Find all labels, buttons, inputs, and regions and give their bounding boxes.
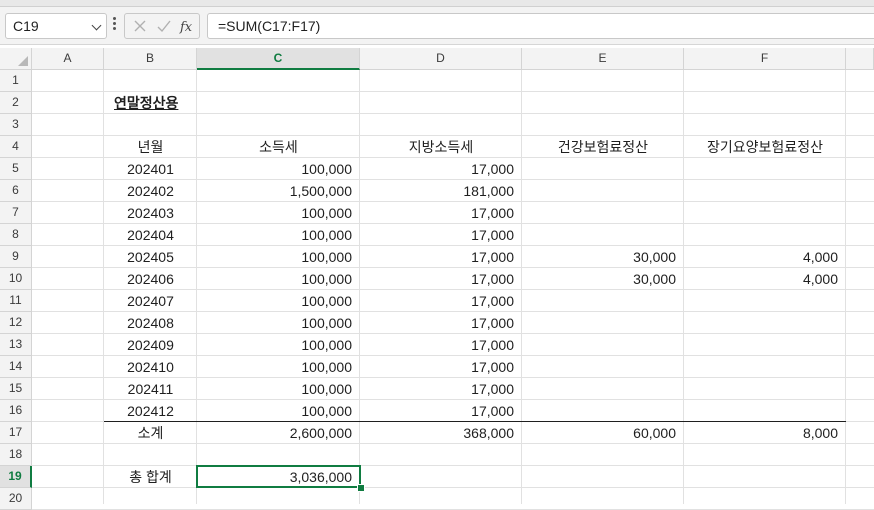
row-header-18[interactable]: 18 bbox=[0, 444, 32, 466]
cell-d16[interactable]: 17,000 bbox=[360, 400, 522, 422]
cell-b7[interactable]: 202403 bbox=[104, 202, 197, 224]
cell-b9[interactable]: 202405 bbox=[104, 246, 197, 268]
cell-c13[interactable]: 100,000 bbox=[197, 334, 360, 356]
formula-text[interactable]: =SUM(C17:F17) bbox=[218, 18, 320, 34]
cell-d6[interactable]: 181,000 bbox=[360, 180, 522, 202]
cell-f4[interactable]: 장기요양보험료정산 bbox=[684, 136, 846, 158]
column-header-c[interactable]: C bbox=[197, 48, 360, 70]
cell-b11[interactable]: 202407 bbox=[104, 290, 197, 312]
cell-b13[interactable]: 202409 bbox=[104, 334, 197, 356]
row-header-8[interactable]: 8 bbox=[0, 224, 32, 246]
subtotal-border bbox=[104, 421, 846, 422]
column-header-overflow[interactable] bbox=[846, 48, 874, 70]
enter-icon[interactable] bbox=[156, 18, 172, 34]
cell-d10[interactable]: 17,000 bbox=[360, 268, 522, 290]
cell-d11[interactable]: 17,000 bbox=[360, 290, 522, 312]
row-header-19[interactable]: 19 bbox=[0, 466, 32, 488]
cell-f10[interactable]: 4,000 bbox=[684, 268, 846, 290]
cell-d9[interactable]: 17,000 bbox=[360, 246, 522, 268]
row-header-2[interactable]: 2 bbox=[0, 92, 32, 114]
cell-c7[interactable]: 100,000 bbox=[197, 202, 360, 224]
cell-c14[interactable]: 100,000 bbox=[197, 356, 360, 378]
name-box-value[interactable]: C19 bbox=[13, 18, 39, 34]
column-header-f[interactable]: F bbox=[684, 48, 846, 70]
select-all-button[interactable] bbox=[0, 48, 32, 70]
cell-d14[interactable]: 17,000 bbox=[360, 356, 522, 378]
formula-buttons: fx bbox=[124, 13, 200, 39]
row-header-13[interactable]: 13 bbox=[0, 334, 32, 356]
cell-c5[interactable]: 100,000 bbox=[197, 158, 360, 180]
cell-d13[interactable]: 17,000 bbox=[360, 334, 522, 356]
cell-e17[interactable]: 60,000 bbox=[522, 422, 684, 444]
name-box[interactable]: C19 bbox=[5, 13, 107, 39]
cell-d7[interactable]: 17,000 bbox=[360, 202, 522, 224]
row-header-6[interactable]: 6 bbox=[0, 180, 32, 202]
cell-c6[interactable]: 1,500,000 bbox=[197, 180, 360, 202]
cell-c17[interactable]: 2,600,000 bbox=[197, 422, 360, 444]
row-header-15[interactable]: 15 bbox=[0, 378, 32, 400]
cell-e4[interactable]: 건강보험료정산 bbox=[522, 136, 684, 158]
row-header-11[interactable]: 11 bbox=[0, 290, 32, 312]
row-header-16[interactable]: 16 bbox=[0, 400, 32, 422]
row-header-1[interactable]: 1 bbox=[0, 70, 32, 92]
cell-b4[interactable]: 년월 bbox=[104, 136, 197, 158]
cell-d4[interactable]: 지방소득세 bbox=[360, 136, 522, 158]
row-header-5[interactable]: 5 bbox=[0, 158, 32, 180]
active-cell-border bbox=[196, 465, 361, 488]
cell-b12[interactable]: 202408 bbox=[104, 312, 197, 334]
cell-b17[interactable]: 소계 bbox=[104, 422, 197, 444]
cell-c4[interactable]: 소득세 bbox=[197, 136, 360, 158]
cell-e10[interactable]: 30,000 bbox=[522, 268, 684, 290]
cell-d12[interactable]: 17,000 bbox=[360, 312, 522, 334]
row-header-10[interactable]: 10 bbox=[0, 268, 32, 290]
cell-c12[interactable]: 100,000 bbox=[197, 312, 360, 334]
column-header-d[interactable]: D bbox=[360, 48, 522, 70]
formula-input[interactable]: =SUM(C17:F17) bbox=[207, 13, 874, 39]
cell-c10[interactable]: 100,000 bbox=[197, 268, 360, 290]
row-header-9[interactable]: 9 bbox=[0, 246, 32, 268]
cell-b10[interactable]: 202406 bbox=[104, 268, 197, 290]
cell-f17[interactable]: 8,000 bbox=[684, 422, 846, 444]
cell-b5[interactable]: 202401 bbox=[104, 158, 197, 180]
row-header-4[interactable]: 4 bbox=[0, 136, 32, 158]
cell-d17[interactable]: 368,000 bbox=[360, 422, 522, 444]
more-options-icon[interactable] bbox=[113, 17, 117, 33]
row-header-14[interactable]: 14 bbox=[0, 356, 32, 378]
row-header-20[interactable]: 20 bbox=[0, 488, 32, 510]
formula-bar: C19 fx =SUM(C17:F17) bbox=[0, 0, 874, 45]
cell-d8[interactable]: 17,000 bbox=[360, 224, 522, 246]
row-header-3[interactable]: 3 bbox=[0, 114, 32, 136]
cancel-icon[interactable] bbox=[132, 18, 148, 34]
cell-b14[interactable]: 202410 bbox=[104, 356, 197, 378]
cell-b15[interactable]: 202411 bbox=[104, 378, 197, 400]
fill-handle[interactable] bbox=[357, 484, 365, 492]
cell-d5[interactable]: 17,000 bbox=[360, 158, 522, 180]
cell-f9[interactable]: 4,000 bbox=[684, 246, 846, 268]
cell-b2[interactable]: 연말정산용 bbox=[104, 92, 197, 114]
cell-b16[interactable]: 202412 bbox=[104, 400, 197, 422]
cell-c16[interactable]: 100,000 bbox=[197, 400, 360, 422]
cell-c8[interactable]: 100,000 bbox=[197, 224, 360, 246]
row-header-7[interactable]: 7 bbox=[0, 202, 32, 224]
column-header-a[interactable]: A bbox=[32, 48, 104, 70]
column-header-b[interactable]: B bbox=[104, 48, 197, 70]
cell-c11[interactable]: 100,000 bbox=[197, 290, 360, 312]
cell-b19[interactable]: 총 합계 bbox=[104, 466, 197, 488]
row-header-17[interactable]: 17 bbox=[0, 422, 32, 444]
cell-b8[interactable]: 202404 bbox=[104, 224, 197, 246]
row-header-12[interactable]: 12 bbox=[0, 312, 32, 334]
cell-c15[interactable]: 100,000 bbox=[197, 378, 360, 400]
insert-function-icon[interactable]: fx bbox=[179, 18, 197, 36]
column-header-e[interactable]: E bbox=[522, 48, 684, 70]
cell-e9[interactable]: 30,000 bbox=[522, 246, 684, 268]
cell-c9[interactable]: 100,000 bbox=[197, 246, 360, 268]
cell-d15[interactable]: 17,000 bbox=[360, 378, 522, 400]
cell-b6[interactable]: 202402 bbox=[104, 180, 197, 202]
ribbon-edge bbox=[0, 0, 874, 7]
svg-text:fx: fx bbox=[179, 20, 193, 35]
chevron-down-icon[interactable] bbox=[91, 20, 102, 31]
